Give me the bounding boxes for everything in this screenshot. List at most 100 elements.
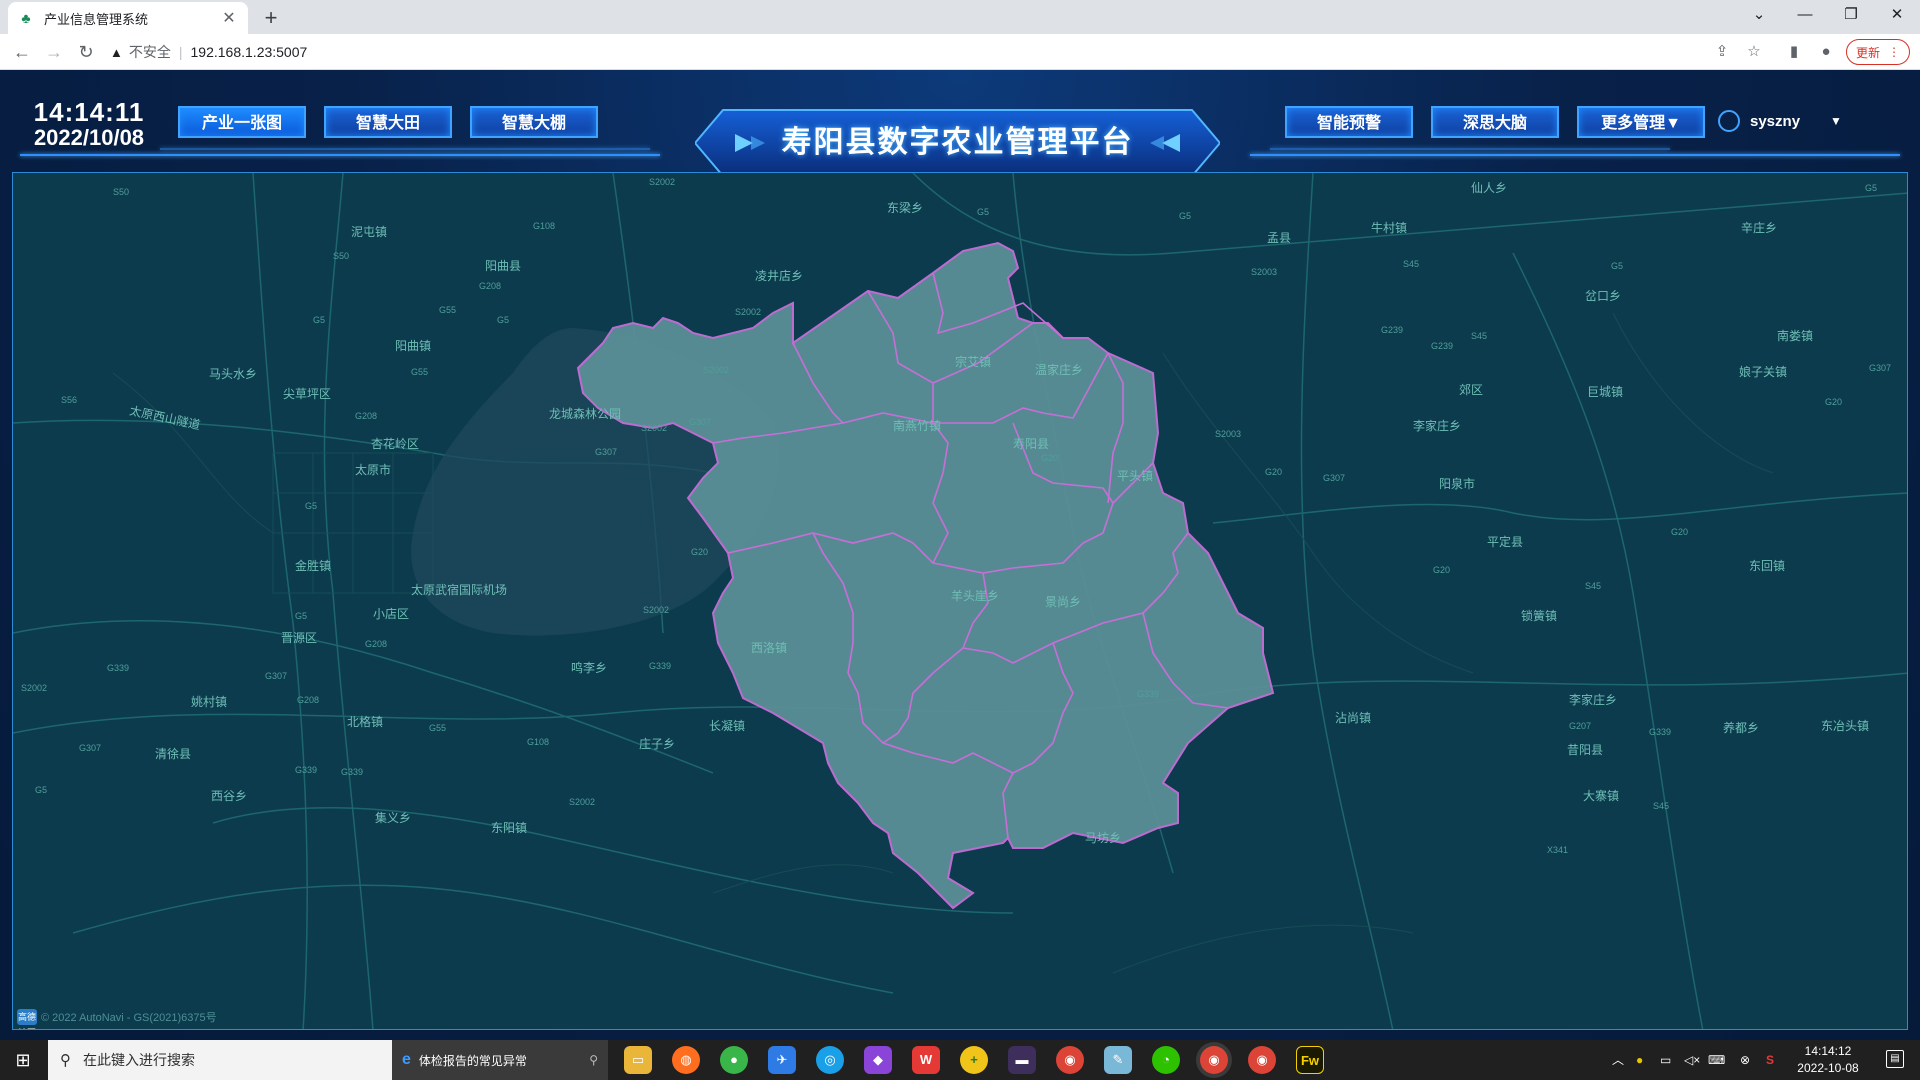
bookmark-star-icon[interactable]: ☆ — [1742, 40, 1766, 64]
update-button[interactable]: 更新 ⋮ — [1846, 39, 1910, 65]
taskbar-search[interactable]: ⚲ 在此键入进行搜索 — [48, 1040, 392, 1080]
map-place-label: 杏花岭区 — [371, 437, 420, 451]
map-place-label: 宗艾镇 — [955, 355, 992, 369]
chrome-icon[interactable]: ◉ — [1056, 1046, 1084, 1074]
map-place-label: 鸣李乡 — [571, 661, 608, 675]
map-road-label: G307 — [1869, 363, 1892, 373]
nav-industry-map[interactable]: 产业一张图 — [178, 106, 306, 138]
browser-tab[interactable]: ♣ 产业信息管理系统 ✕ — [8, 2, 248, 34]
wps-icon[interactable]: W — [912, 1046, 940, 1074]
map-road-label: G5 — [305, 501, 318, 511]
firefox-icon[interactable]: ◍ — [672, 1046, 700, 1074]
tray-plus-app-icon[interactable]: ● — [1636, 1040, 1643, 1080]
visual-studio-icon[interactable]: ◆ — [864, 1046, 892, 1074]
insecure-label[interactable]: 不安全 — [129, 42, 171, 62]
minimize-button[interactable]: — — [1782, 0, 1828, 30]
chrome-icon[interactable]: ◉ — [1248, 1046, 1276, 1074]
map-attribution: 高德地图 © 2022 AutoNavi - GS(2021)6375号 — [17, 1009, 217, 1029]
sogou-input-icon[interactable]: S — [1766, 1040, 1774, 1080]
url-text[interactable]: 192.168.1.23:5007 — [191, 44, 308, 60]
map-road-label: S45 — [1471, 331, 1488, 341]
warning-icon[interactable]: ▲ — [110, 45, 123, 60]
map-place-label: 西谷乡 — [211, 789, 248, 803]
map-place-label: 南娄镇 — [1777, 329, 1814, 343]
app-page: 14:14:11 2022/10/08 产业一张图 智慧大田 智慧大棚 寿阳县数… — [0, 70, 1920, 1040]
map-place-label: 李家庄乡 — [1413, 419, 1462, 433]
map-road-label: G207 — [1569, 721, 1592, 731]
back-button[interactable]: ← — [8, 38, 36, 66]
notepad-app-icon[interactable]: ✎ — [1104, 1046, 1132, 1074]
map-place-label: 马头水乡 — [209, 367, 258, 381]
network-icon[interactable]: ▭ — [1660, 1040, 1671, 1080]
app-favicon-icon: ♣ — [21, 10, 31, 26]
tray-chevron-up-icon[interactable]: ︿ — [1612, 1040, 1624, 1080]
map-place-label: 太原武宿国际机场 — [411, 583, 508, 597]
map-place-label: 西洛镇 — [751, 641, 788, 655]
map-road-label: G108 — [533, 221, 556, 231]
nav-more-management[interactable]: 更多管理▼ — [1577, 106, 1705, 138]
nav-smart-warning[interactable]: 智能预警 — [1285, 106, 1413, 138]
map-place-label: 龙城森林公园 — [549, 407, 622, 421]
map-road-label: G339 — [295, 765, 318, 775]
map-road-label: S2003 — [1251, 267, 1278, 277]
chrome-icon[interactable]: ◉ — [1200, 1046, 1228, 1074]
map-road-label: S2002 — [643, 605, 670, 615]
map-road-label: G55 — [429, 723, 447, 733]
share-icon[interactable]: ⇪ — [1710, 40, 1734, 64]
map-road-label: S2002 — [703, 365, 730, 375]
map-place-label: 东阳镇 — [491, 821, 528, 835]
nav-smart-greenhouse[interactable]: 智慧大棚 — [470, 106, 598, 138]
restore-button[interactable]: ❐ — [1828, 0, 1874, 30]
map-road-label: G339 — [649, 661, 672, 671]
taskbar-clock[interactable]: 14:14:12 2022-10-08 — [1790, 1043, 1866, 1077]
map-place-label: 泥屯镇 — [351, 225, 388, 239]
fireworks-icon[interactable]: Fw — [1296, 1046, 1324, 1074]
chevron-down-icon[interactable]: ▼ — [1830, 114, 1842, 128]
map-place-label: 阳曲镇 — [395, 339, 432, 353]
close-window-button[interactable]: ✕ — [1874, 0, 1920, 30]
plus-app-icon[interactable]: + — [960, 1046, 988, 1074]
map-place-label: 巨城镇 — [1587, 385, 1624, 399]
keyboard-icon[interactable]: ⌨ — [1708, 1040, 1725, 1080]
map-road-label: G55 — [439, 305, 457, 315]
username: syszny — [1750, 112, 1801, 130]
green-app-icon[interactable]: ● — [720, 1046, 748, 1074]
qq-browser-icon[interactable]: ◎ — [816, 1046, 844, 1074]
wechat-icon[interactable]: ◔ — [1152, 1046, 1180, 1074]
map-place-label: 辛庄乡 — [1741, 221, 1778, 235]
more-menu-icon: ⋮ — [1888, 45, 1900, 59]
tray-close-circle-icon[interactable]: ⊗ — [1740, 1040, 1750, 1080]
map-place-label: 马坊乡 — [1085, 831, 1122, 845]
ie-taskbar-item[interactable]: e 体检报告的常见异常 ⚲ — [392, 1040, 608, 1080]
new-tab-button[interactable]: + — [258, 5, 284, 31]
user-menu[interactable]: syszny ▼ — [1718, 110, 1842, 132]
map-view[interactable]: 仙人乡 东梁乡 孟县 牛村镇 辛庄乡 泥屯镇 阳曲县 凌井店乡 岔口乡 阳曲镇 … — [12, 172, 1908, 1030]
taskbar-date: 2022-10-08 — [1797, 1061, 1859, 1075]
side-panel-icon[interactable]: ▮ — [1782, 40, 1806, 64]
map-road-label: G5 — [497, 315, 510, 325]
windows-start-icon[interactable]: ⊞ — [0, 1040, 46, 1080]
map-place-label: 牛村镇 — [1371, 221, 1408, 235]
map-road-label: G20 — [1825, 397, 1843, 407]
nav-smart-field[interactable]: 智慧大田 — [324, 106, 452, 138]
map-road-label: G307 — [595, 447, 618, 457]
address-bar[interactable]: ▲ 不安全 | 192.168.1.23:5007 — [110, 38, 1700, 66]
notification-icon[interactable]: ▤ — [1886, 1050, 1904, 1068]
reload-button[interactable]: ↻ — [72, 38, 100, 66]
close-tab-icon[interactable]: ✕ — [220, 8, 238, 28]
feather-app-icon[interactable]: ✈ — [768, 1046, 796, 1074]
volume-mute-icon[interactable]: ◁× — [1684, 1040, 1700, 1080]
terminal-icon[interactable]: ▬ — [1008, 1046, 1036, 1074]
taskbar-search-placeholder: 在此键入进行搜索 — [83, 1052, 195, 1068]
windows-taskbar: ⊞ ⚲ 在此键入进行搜索 e 体检报告的常见异常 ⚲ ▭ ◍ ● ✈ ◎ ◆ W… — [0, 1040, 1920, 1080]
map-road-label: G307 — [689, 417, 712, 427]
map-road-label: G208 — [297, 695, 320, 705]
browser-tabbar: ♣ 产业信息管理系统 ✕ + ⌄ — ❐ ✕ — [0, 0, 1920, 34]
tab-search-chevron-icon[interactable]: ⌄ — [1736, 0, 1782, 30]
file-explorer-icon[interactable]: ▭ — [624, 1046, 652, 1074]
forward-button[interactable]: → — [40, 38, 68, 66]
map-road-label: S2003 — [1215, 429, 1242, 439]
nav-deep-brain[interactable]: 深思大脑 — [1431, 106, 1559, 138]
profile-icon[interactable]: ● — [1814, 40, 1838, 64]
map-place-label: 尖草坪区 — [283, 387, 332, 401]
